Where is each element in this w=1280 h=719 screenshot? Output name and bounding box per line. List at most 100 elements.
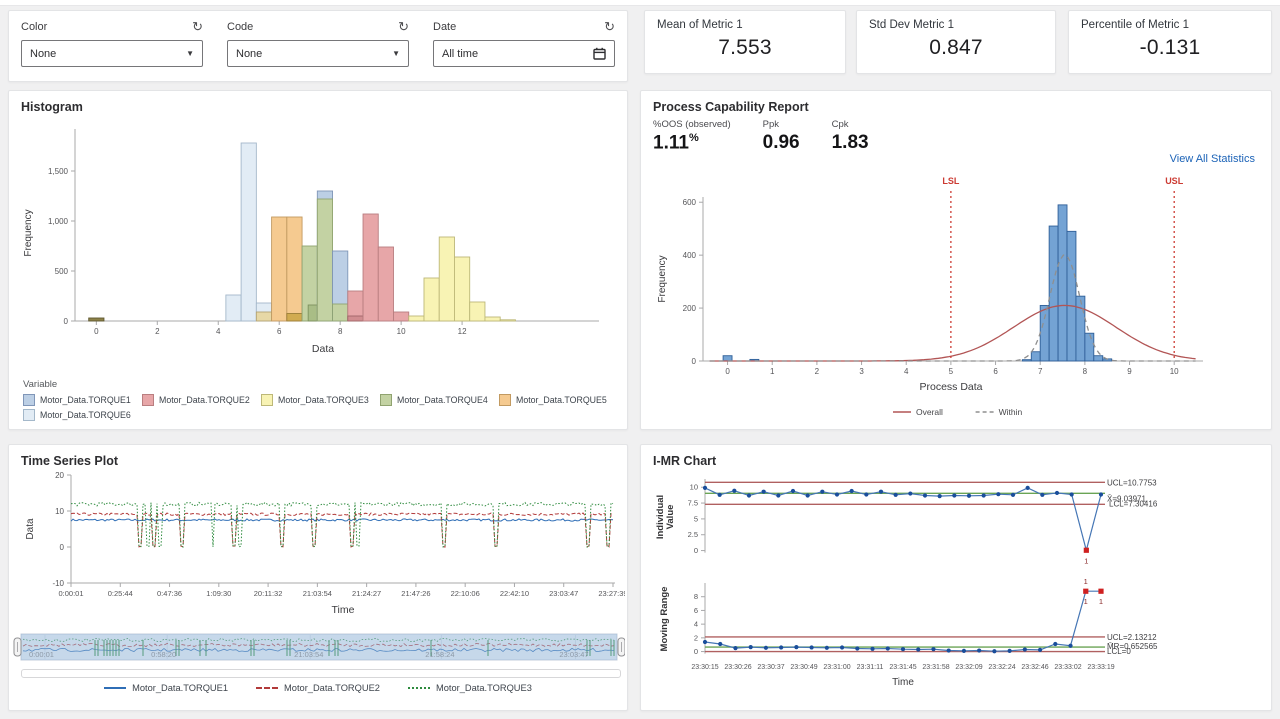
svg-text:5: 5 [949, 367, 954, 376]
metric-value: -0.131 [1081, 36, 1259, 60]
filter-code: Code ↻ None ▼ [227, 21, 409, 71]
svg-text:0: 0 [694, 647, 698, 656]
legend-swatch [23, 394, 35, 406]
timeseries-scrollbar[interactable] [21, 669, 621, 678]
legend-swatch [142, 394, 154, 406]
svg-text:UCL=2.13212: UCL=2.13212 [1107, 633, 1157, 642]
svg-text:21:58:24: 21:58:24 [425, 650, 454, 659]
svg-text:200: 200 [683, 304, 697, 313]
svg-text:2: 2 [694, 633, 698, 642]
legend-item: Motor_Data.TORQUE2 [256, 683, 380, 693]
svg-text:LSL: LSL [942, 176, 960, 186]
timeseries-legend: Motor_Data.TORQUE1Motor_Data.TORQUE2Moto… [9, 683, 627, 693]
panel-title: Process Capability Report [641, 91, 1271, 114]
metric-card-mean: Mean of Metric 1 7.553 [644, 10, 846, 74]
refresh-icon[interactable]: ↻ [192, 21, 203, 33]
svg-text:23:32:09: 23:32:09 [955, 664, 982, 671]
filter-code-dropdown[interactable]: None ▼ [227, 40, 409, 67]
svg-text:1: 1 [1099, 597, 1103, 606]
svg-text:23:33:19: 23:33:19 [1087, 664, 1114, 671]
legend-item: Motor_Data.TORQUE1 [104, 683, 228, 693]
filter-date-label: Date [433, 21, 456, 33]
svg-text:0: 0 [60, 543, 65, 552]
svg-text:4: 4 [694, 620, 698, 629]
filter-color-label: Color [21, 21, 47, 33]
svg-text:23:31:00: 23:31:00 [823, 664, 850, 671]
svg-text:Data: Data [25, 518, 36, 540]
svg-text:22:42:10: 22:42:10 [500, 589, 529, 598]
svg-text:Time: Time [892, 677, 914, 688]
panel-title: Time Series Plot [9, 445, 627, 468]
svg-text:21:47:26: 21:47:26 [401, 589, 430, 598]
svg-text:Overall: Overall [916, 407, 943, 417]
legend-label: Motor_Data.TORQUE1 [40, 395, 131, 405]
legend-label: Motor_Data.TORQUE6 [40, 410, 131, 420]
legend-label: Motor_Data.TORQUE2 [284, 683, 380, 693]
svg-text:23:30:49: 23:30:49 [790, 664, 817, 671]
legend-item: Motor_Data.TORQUE1 [23, 394, 142, 406]
imr-panel: I-MR Chart 02.557.5101UCL=10.7753X̄=9.03… [640, 444, 1272, 711]
legend-label: Motor_Data.TORQUE3 [278, 395, 369, 405]
svg-text:Process Data: Process Data [919, 381, 982, 393]
stat-cpk: Cpk 1.83 [832, 119, 869, 154]
legend-label: Motor_Data.TORQUE4 [397, 395, 488, 405]
stat-value: 1.11 [653, 132, 689, 153]
brush-handle-right[interactable] [618, 638, 625, 656]
metric-title: Std Dev Metric 1 [869, 19, 1043, 31]
svg-text:1: 1 [770, 367, 775, 376]
svg-text:IndividualValue: IndividualValue [655, 495, 676, 539]
svg-text:Within: Within [999, 407, 1023, 417]
svg-text:23:27:39: 23:27:39 [598, 589, 625, 598]
filter-color-dropdown[interactable]: None ▼ [21, 40, 203, 67]
svg-text:LCL=7.30416: LCL=7.30416 [1109, 499, 1158, 508]
legend-line-sample [104, 687, 126, 689]
svg-text:7: 7 [1038, 367, 1043, 376]
stat-label: Ppk [763, 119, 800, 130]
svg-text:0: 0 [694, 546, 698, 555]
time-range-brush[interactable]: 0:00:010:58:2021:03:5421:58:2423:03:47 [13, 633, 625, 667]
svg-text:0:47:36: 0:47:36 [157, 589, 182, 598]
svg-text:8: 8 [338, 327, 343, 336]
filter-code-label: Code [227, 21, 253, 33]
svg-text:10: 10 [690, 483, 698, 492]
filter-date-picker[interactable]: All time [433, 40, 615, 67]
timeseries-chart: -10010200:00:010:25:440:47:361:09:3020:1… [13, 467, 625, 631]
svg-text:23:30:37: 23:30:37 [757, 664, 784, 671]
legend-label: Motor_Data.TORQUE1 [132, 683, 228, 693]
legend-item: Motor_Data.TORQUE3 [261, 394, 380, 406]
svg-text:4: 4 [904, 367, 909, 376]
svg-text:23:30:26: 23:30:26 [724, 664, 751, 671]
svg-text:10: 10 [397, 327, 406, 336]
svg-text:6: 6 [277, 327, 282, 336]
refresh-icon[interactable]: ↻ [604, 21, 615, 33]
stat-ppk: Ppk 0.96 [763, 119, 800, 154]
legend-title: Variable [23, 379, 619, 390]
svg-text:0: 0 [64, 317, 69, 326]
metric-value: 7.553 [657, 36, 833, 60]
svg-text:7.5: 7.5 [688, 499, 698, 508]
svg-text:6: 6 [694, 606, 698, 615]
svg-text:1: 1 [1084, 577, 1088, 586]
brush-handle-left[interactable] [14, 638, 21, 656]
svg-text:0:25:44: 0:25:44 [108, 589, 133, 598]
filter-date-value: All time [442, 48, 478, 60]
panel-title: Histogram [9, 91, 627, 114]
refresh-icon[interactable]: ↻ [398, 21, 409, 33]
legend-line-sample [256, 687, 278, 689]
metric-value: 0.847 [869, 36, 1043, 60]
svg-text:20:11:32: 20:11:32 [254, 589, 283, 598]
histogram-legend: Variable Motor_Data.TORQUE1 Motor_Data.TO… [23, 379, 619, 424]
view-all-statistics-link[interactable]: View All Statistics [1170, 153, 1255, 165]
svg-text:2: 2 [815, 367, 820, 376]
filters-card: Color ↻ None ▼ Code ↻ None ▼ Date ↻ All … [8, 10, 628, 82]
stat-label: Cpk [832, 119, 869, 130]
svg-text:0:00:01: 0:00:01 [58, 589, 83, 598]
capability-stats: %OOS (observed) 1.11% Ppk 0.96 Cpk 1.83 [653, 119, 869, 154]
stat-oos: %OOS (observed) 1.11% [653, 119, 731, 154]
svg-text:8: 8 [1083, 367, 1088, 376]
svg-text:UCL=10.7753: UCL=10.7753 [1107, 478, 1157, 487]
svg-text:USL: USL [1165, 176, 1184, 186]
svg-text:Frequency: Frequency [657, 255, 668, 302]
legend-label: Motor_Data.TORQUE5 [516, 395, 607, 405]
legend-line-sample [408, 687, 430, 689]
